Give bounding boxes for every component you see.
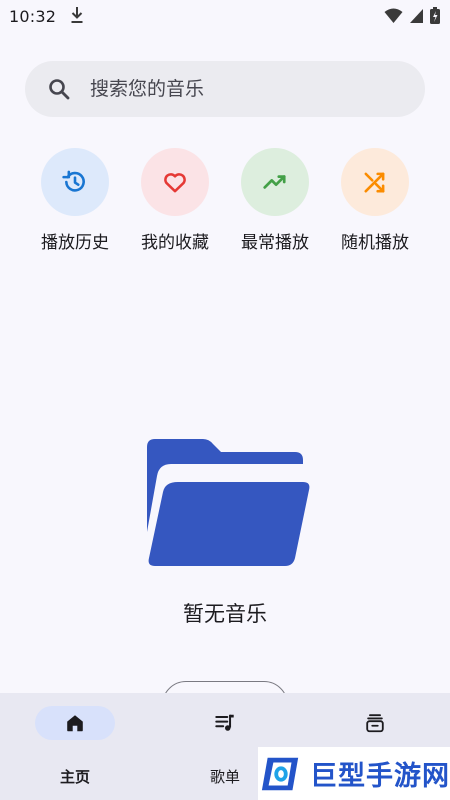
status-indicators bbox=[384, 7, 440, 24]
folder-open-icon bbox=[147, 439, 310, 566]
watermark-logo-icon bbox=[261, 757, 299, 790]
nav-label-home: 主页 bbox=[59, 768, 90, 786]
quick-action-label: 最常播放 bbox=[241, 233, 309, 253]
status-bar: 10:32 bbox=[0, 0, 450, 32]
nav-label-playlists: 歌单 bbox=[209, 768, 240, 786]
nav-icon-wrap bbox=[335, 706, 415, 740]
library-icon bbox=[366, 714, 384, 733]
favorites-circle bbox=[141, 148, 209, 216]
quick-action-label: 播放历史 bbox=[41, 233, 109, 253]
quick-action-favorites[interactable]: 我的收藏 bbox=[125, 148, 225, 258]
nav-item-home[interactable]: 主页 bbox=[0, 693, 150, 800]
cellular-signal-icon bbox=[410, 8, 423, 23]
search-input[interactable] bbox=[90, 78, 390, 100]
nav-icon-wrap bbox=[185, 706, 265, 740]
shuffle-icon bbox=[364, 172, 385, 193]
quick-action-label: 随机播放 bbox=[341, 233, 409, 253]
nav-active-indicator bbox=[35, 706, 115, 740]
home-icon bbox=[67, 715, 83, 732]
download-icon bbox=[71, 7, 83, 23]
status-time: 10:32 bbox=[9, 6, 57, 26]
history-circle bbox=[41, 148, 109, 216]
empty-state-text: 暂无音乐 bbox=[183, 602, 267, 626]
history-icon bbox=[62, 170, 85, 192]
watermark-text: 巨型手游网 bbox=[310, 761, 450, 792]
quick-action-most-played[interactable]: 最常播放 bbox=[225, 148, 325, 258]
quick-action-history[interactable]: 播放历史 bbox=[25, 148, 125, 258]
watermark: 巨型手游网 bbox=[258, 747, 450, 800]
quick-action-shuffle[interactable]: 随机播放 bbox=[325, 148, 425, 258]
trending-up-icon bbox=[263, 175, 286, 189]
quick-actions: 播放历史 我的收藏 最常播放 随机播放 bbox=[25, 148, 425, 258]
heart-icon bbox=[164, 173, 186, 193]
playlist-icon bbox=[215, 714, 234, 731]
search-bar[interactable] bbox=[25, 61, 425, 117]
shuffle-circle bbox=[341, 148, 409, 216]
wifi-icon bbox=[384, 8, 403, 23]
quick-action-label: 我的收藏 bbox=[141, 233, 209, 253]
battery-icon bbox=[430, 7, 440, 24]
search-icon bbox=[49, 79, 70, 100]
most-played-circle bbox=[241, 148, 309, 216]
